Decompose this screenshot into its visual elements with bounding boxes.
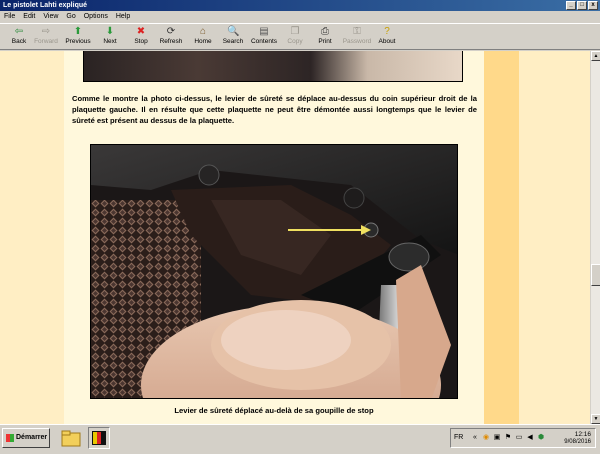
- start-button[interactable]: Démarrer: [2, 428, 50, 448]
- toolbar-label: Previous: [65, 38, 91, 45]
- minimize-button[interactable]: _: [566, 1, 576, 10]
- explorer-taskbar-icon[interactable]: [60, 427, 82, 449]
- toolbar-label: Home: [194, 38, 212, 45]
- toolbar-refresh-button[interactable]: ⟳ Refresh: [154, 26, 188, 45]
- back-arrow-icon: ⇦: [14, 26, 24, 37]
- contents-icon: ▤: [259, 26, 269, 37]
- start-label: Démarrer: [16, 434, 48, 441]
- menu-help[interactable]: Help: [116, 11, 130, 22]
- system-tray: FR « ◉ ▣ ⚑ ▭ ◀ ⬢ 12:16 9/08/2016: [450, 428, 596, 448]
- toolbar-label: Forward: [34, 38, 58, 45]
- scroll-down-button[interactable]: ▼: [591, 414, 600, 424]
- password-icon: ⚿: [353, 26, 361, 37]
- toolbar-search-button[interactable]: 🔍 Search: [216, 26, 250, 45]
- scroll-thumb[interactable]: [591, 264, 600, 286]
- menu-file[interactable]: File: [4, 11, 15, 22]
- window-title: Le pistolet Lahti expliqué: [3, 2, 88, 9]
- photo-illustration: [91, 145, 457, 398]
- toolbar-label: Refresh: [159, 38, 183, 45]
- close-button[interactable]: x: [588, 1, 598, 10]
- toolbar-label: Contents: [250, 38, 278, 45]
- toolbar-print-button[interactable]: ⎙ Print: [308, 26, 342, 45]
- windows-logo-icon: [6, 434, 14, 442]
- clock-date[interactable]: 9/08/2016: [564, 439, 591, 445]
- help-viewer-taskbar-icon[interactable]: [88, 427, 110, 449]
- menu-view[interactable]: View: [43, 11, 58, 22]
- up-arrow-icon: ⬆: [73, 26, 83, 37]
- toolbar-about-button[interactable]: ? About: [370, 26, 404, 45]
- clock-time[interactable]: 12:16: [575, 431, 591, 438]
- home-icon: ⌂: [199, 26, 207, 37]
- vertical-scrollbar[interactable]: ▲ ▼: [590, 51, 600, 424]
- folder-icon: [61, 430, 81, 447]
- volume-icon[interactable]: ◀: [526, 434, 534, 442]
- pistol-safety-lever-photo: [90, 144, 458, 399]
- right-margin-band: [484, 51, 519, 424]
- network-icon[interactable]: ▣: [493, 434, 501, 442]
- taskbar: Démarrer FR « ◉ ▣ ⚑ ▭ ◀ ⬢ 12:16 9/08/201…: [0, 424, 600, 450]
- toolbar-label: Print: [318, 38, 332, 45]
- right-margin-column: [519, 51, 590, 424]
- toolbar-label: Next: [103, 38, 117, 45]
- copy-icon: ❐: [290, 26, 300, 37]
- left-margin-column: [0, 51, 64, 424]
- toolbar-label: Password: [342, 38, 372, 45]
- display-icon[interactable]: ▭: [515, 434, 523, 442]
- content-area[interactable]: Comme le montre la photo ci-dessus, le l…: [0, 51, 590, 424]
- refresh-icon: ⟳: [166, 26, 176, 37]
- toolbar-label: About: [378, 38, 396, 45]
- toolbar-copy-button[interactable]: ❐ Copy: [278, 26, 312, 45]
- print-icon: ⎙: [321, 26, 329, 37]
- toolbar-next-button[interactable]: ⬇ Next: [93, 26, 127, 45]
- book-flag-icon: [92, 431, 106, 445]
- toolbar-password-button[interactable]: ⚿ Password: [340, 26, 374, 45]
- toolbar-label: Search: [222, 38, 244, 45]
- stop-icon: ✖: [136, 26, 146, 37]
- toolbar-forward-button[interactable]: ⇨ Forward: [29, 26, 63, 45]
- toolbar-contents-button[interactable]: ▤ Contents: [247, 26, 281, 45]
- toolbar-stop-button[interactable]: ✖ Stop: [124, 26, 158, 45]
- browser-window: Le pistolet Lahti expliqué _ □ x File Ed…: [0, 0, 600, 424]
- about-icon: ?: [384, 26, 390, 37]
- toolbar-label: Stop: [134, 38, 148, 45]
- down-arrow-icon: ⬇: [105, 26, 115, 37]
- toolbar: ⇦ Back ⇨ Forward ⬆ Previous ⬇ Next ✖ Stop ⟳ Refresh…: [0, 23, 600, 50]
- security-icon[interactable]: ⬢: [537, 434, 545, 442]
- toolbar-label: Back: [11, 38, 27, 45]
- toolbar-home-button[interactable]: ⌂ Home: [186, 26, 220, 45]
- flag-icon[interactable]: ⚑: [504, 434, 512, 442]
- maximize-button[interactable]: □: [577, 1, 587, 10]
- warning-icon[interactable]: ◉: [482, 434, 490, 442]
- search-icon: 🔍: [227, 26, 240, 37]
- body-paragraph: Comme le montre la photo ci-dessus, le l…: [72, 94, 477, 125]
- title-bar[interactable]: Le pistolet Lahti expliqué _ □ x: [0, 0, 600, 11]
- toolbar-previous-button[interactable]: ⬆ Previous: [61, 26, 95, 45]
- menu-bar: File Edit View Go Options Help: [0, 11, 600, 22]
- toolbar-label: Copy: [287, 38, 303, 45]
- chevron-left-icon[interactable]: «: [471, 434, 479, 442]
- scroll-up-button[interactable]: ▲: [591, 51, 600, 61]
- menu-go[interactable]: Go: [66, 11, 75, 22]
- photo-caption: Levier de sûreté déplacé au-delà de sa g…: [174, 406, 374, 415]
- language-indicator[interactable]: FR: [454, 434, 463, 441]
- forward-arrow-icon: ⇨: [41, 26, 51, 37]
- menu-edit[interactable]: Edit: [23, 11, 35, 22]
- previous-photo-bottom: [83, 51, 463, 82]
- menu-options[interactable]: Options: [84, 11, 108, 22]
